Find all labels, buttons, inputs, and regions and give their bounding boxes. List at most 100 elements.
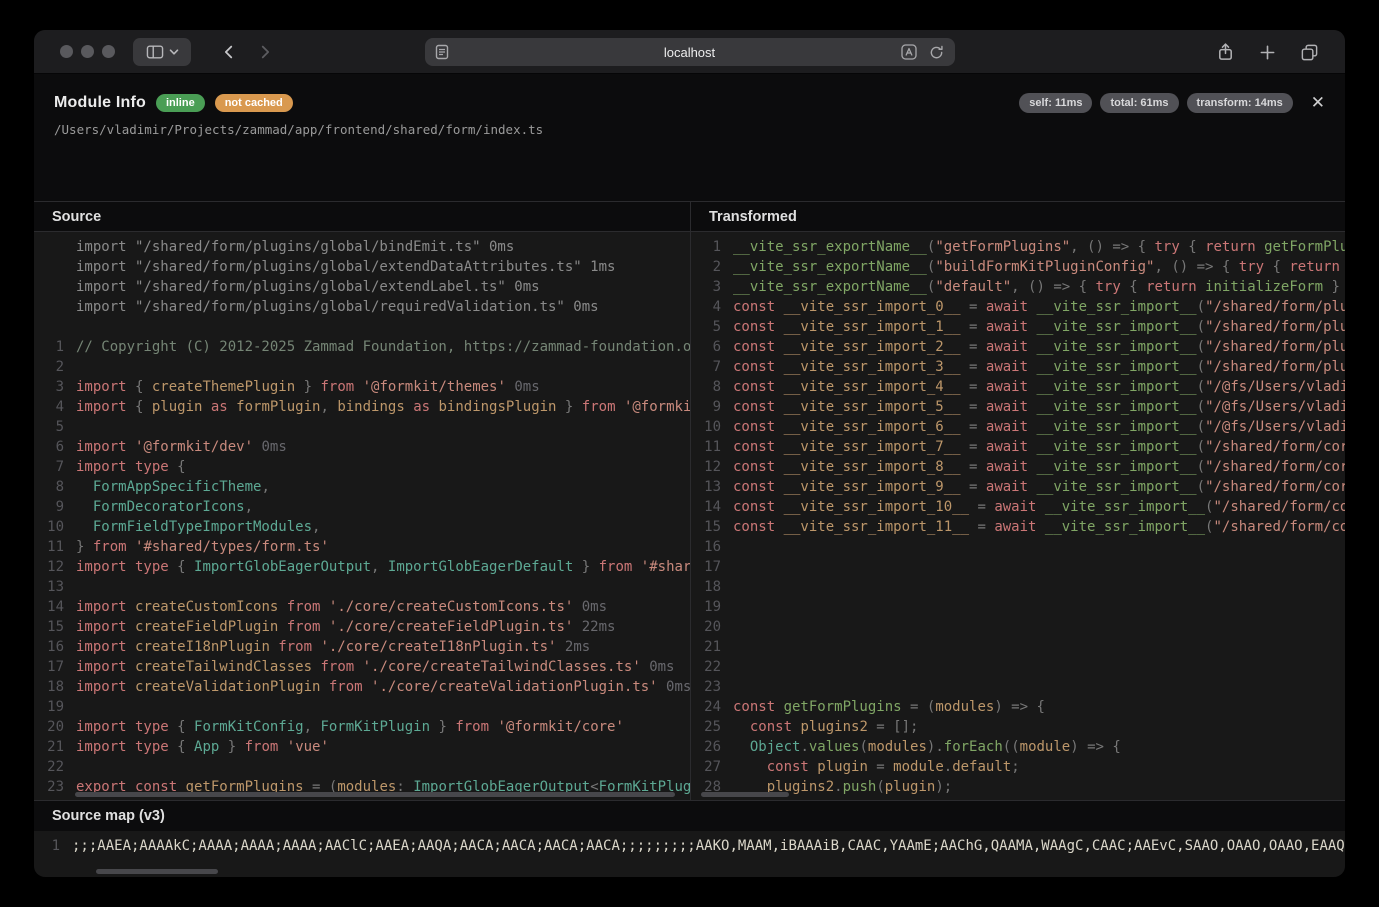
zoom-window-button[interactable] [102, 45, 115, 58]
code-line: 18import createValidationPlugin from './… [38, 677, 690, 697]
source-pane: Source import "/shared/form/plugins/glob… [34, 202, 690, 800]
cache-status-badge: not cached [215, 94, 293, 112]
sourcemap-section: Source map (v3) 1;;;AAEA;AAAAkC;AAAA;AAA… [34, 800, 1345, 877]
desktop: localhost [0, 0, 1379, 907]
code-line: 21 [695, 637, 1345, 657]
code-line: 17import createTailwindClasses from './c… [38, 657, 690, 677]
code-line: 12const __vite_ssr_import_8__ = await __… [695, 457, 1345, 477]
code-line: 15import createFieldPlugin from './core/… [38, 617, 690, 637]
code-line: 12import type { ImportGlobEagerOutput, I… [38, 557, 690, 577]
code-line: 1;;;AAEA;AAAAkC;AAAA;AAAA;AAAA;AAClC;AAE… [34, 836, 1345, 856]
code-line: 19 [695, 597, 1345, 617]
chevron-down-icon [169, 48, 179, 56]
address-bar[interactable]: localhost [425, 38, 955, 66]
code-line: 7import type { [38, 457, 690, 477]
code-panes: Source import "/shared/form/plugins/glob… [34, 201, 1345, 800]
code-line: 5 [38, 417, 690, 437]
transformed-pane-title: Transformed [691, 202, 1345, 232]
reload-button[interactable] [927, 42, 947, 62]
code-line: import "/shared/form/plugins/global/exte… [38, 257, 690, 277]
module-info-header: Module Info inline not cached self: 11ms… [34, 88, 1345, 118]
page-title: Module Info [54, 94, 146, 112]
transformed-pane: Transformed 1__vite_ssr_exportName__("ge… [690, 202, 1345, 800]
code-line: 9const __vite_ssr_import_5__ = await __v… [695, 397, 1345, 417]
close-window-button[interactable] [60, 45, 73, 58]
code-line: 26 Object.values(modules).forEach((modul… [695, 737, 1345, 757]
code-line: 16import createI18nPlugin from './core/c… [38, 637, 690, 657]
code-line: import "/shared/form/plugins/global/requ… [38, 297, 690, 317]
code-line: 27 const plugin = module.default; [695, 757, 1345, 777]
timing-self-badge: self: 11ms [1019, 93, 1092, 113]
code-line: 22 [38, 757, 690, 777]
code-line [38, 317, 690, 337]
window-controls [60, 45, 115, 58]
browser-window: localhost [34, 30, 1345, 877]
code-line: import "/shared/form/plugins/global/exte… [38, 277, 690, 297]
code-line: 19 [38, 697, 690, 717]
code-line: 21import type { App } from 'vue' [38, 737, 690, 757]
source-pane-title: Source [34, 202, 690, 232]
inline-badge: inline [156, 94, 205, 112]
browser-titlebar: localhost [34, 30, 1345, 74]
url-text: localhost [425, 45, 955, 60]
code-line: 17 [695, 557, 1345, 577]
code-line: 3__vite_ssr_exportName__("default", () =… [695, 277, 1345, 297]
sidebar-toggle-button[interactable] [133, 38, 191, 66]
chevron-left-icon [220, 43, 238, 61]
new-tab-button[interactable] [1253, 38, 1281, 66]
code-line: 13const __vite_ssr_import_9__ = await __… [695, 477, 1345, 497]
forward-button[interactable] [250, 38, 280, 66]
code-line: 11const __vite_ssr_import_7__ = await __… [695, 437, 1345, 457]
code-line: 28 plugins2.push(plugin); [695, 777, 1345, 797]
code-line: 23 [695, 677, 1345, 697]
code-line: 20import type { FormKitConfig, FormKitPl… [38, 717, 690, 737]
code-line: 4import { plugin as formPlugin, bindings… [38, 397, 690, 417]
minimize-window-button[interactable] [81, 45, 94, 58]
code-line: 22 [695, 657, 1345, 677]
code-line: 1// Copyright (C) 2012-2025 Zammad Found… [38, 337, 690, 357]
code-line: 24const getFormPlugins = (modules) => { [695, 697, 1345, 717]
code-line: import "/shared/form/plugins/global/bind… [38, 237, 690, 257]
code-line: 6import '@formkit/dev' 0ms [38, 437, 690, 457]
sidebar-icon [146, 44, 164, 60]
code-line: 10 FormFieldTypeImportModules, [38, 517, 690, 537]
code-line: 5const __vite_ssr_import_1__ = await __v… [695, 317, 1345, 337]
code-line: 13 [38, 577, 690, 597]
timing-transform-badge: transform: 14ms [1187, 93, 1293, 113]
code-line: 15const __vite_ssr_import_11__ = await _… [695, 517, 1345, 537]
chevron-right-icon [256, 43, 274, 61]
code-line: 6const __vite_ssr_import_2__ = await __v… [695, 337, 1345, 357]
code-line: 20 [695, 617, 1345, 637]
module-file-path: /Users/vladimir/Projects/zammad/app/fron… [34, 122, 1345, 137]
transformed-code-area: 1__vite_ssr_exportName__("getFormPlugins… [691, 232, 1345, 800]
code-line: 4const __vite_ssr_import_0__ = await __v… [695, 297, 1345, 317]
code-line: 7const __vite_ssr_import_3__ = await __v… [695, 357, 1345, 377]
source-horizontal-scrollbar[interactable] [75, 792, 675, 797]
code-line: 2 [38, 357, 690, 377]
close-panel-button[interactable]: ✕ [1311, 93, 1325, 113]
code-line: 16 [695, 537, 1345, 557]
code-line: 14import createCustomIcons from './core/… [38, 597, 690, 617]
code-line: 9 FormDecoratorIcons, [38, 497, 690, 517]
code-line: 1__vite_ssr_exportName__("getFormPlugins… [695, 237, 1345, 257]
code-line: 18 [695, 577, 1345, 597]
source-code-area: import "/shared/form/plugins/global/bind… [34, 232, 690, 800]
code-line: 11} from '#shared/types/form.ts' [38, 537, 690, 557]
code-line: 8const __vite_ssr_import_4__ = await __v… [695, 377, 1345, 397]
code-line: 2__vite_ssr_exportName__("buildFormKitPl… [695, 257, 1345, 277]
share-button[interactable] [1211, 38, 1239, 66]
sourcemap-horizontal-scrollbar[interactable] [96, 869, 218, 874]
code-line: 3import { createThemePlugin } from '@for… [38, 377, 690, 397]
sourcemap-title: Source map (v3) [34, 801, 1345, 831]
toolbar-right [1211, 38, 1323, 66]
code-line: 8 FormAppSpecificTheme, [38, 477, 690, 497]
sourcemap-code-area: 1;;;AAEA;AAAAkC;AAAA;AAAA;AAAA;AAClC;AAE… [34, 831, 1345, 877]
code-line: 10const __vite_ssr_import_6__ = await __… [695, 417, 1345, 437]
tab-overview-button[interactable] [1295, 38, 1323, 66]
transformed-horizontal-scrollbar[interactable] [701, 792, 789, 797]
translate-button[interactable] [899, 42, 919, 62]
timing-total-badge: total: 61ms [1100, 93, 1178, 113]
code-line: 25 const plugins2 = []; [695, 717, 1345, 737]
code-line: 14const __vite_ssr_import_10__ = await _… [695, 497, 1345, 517]
back-button[interactable] [214, 38, 244, 66]
